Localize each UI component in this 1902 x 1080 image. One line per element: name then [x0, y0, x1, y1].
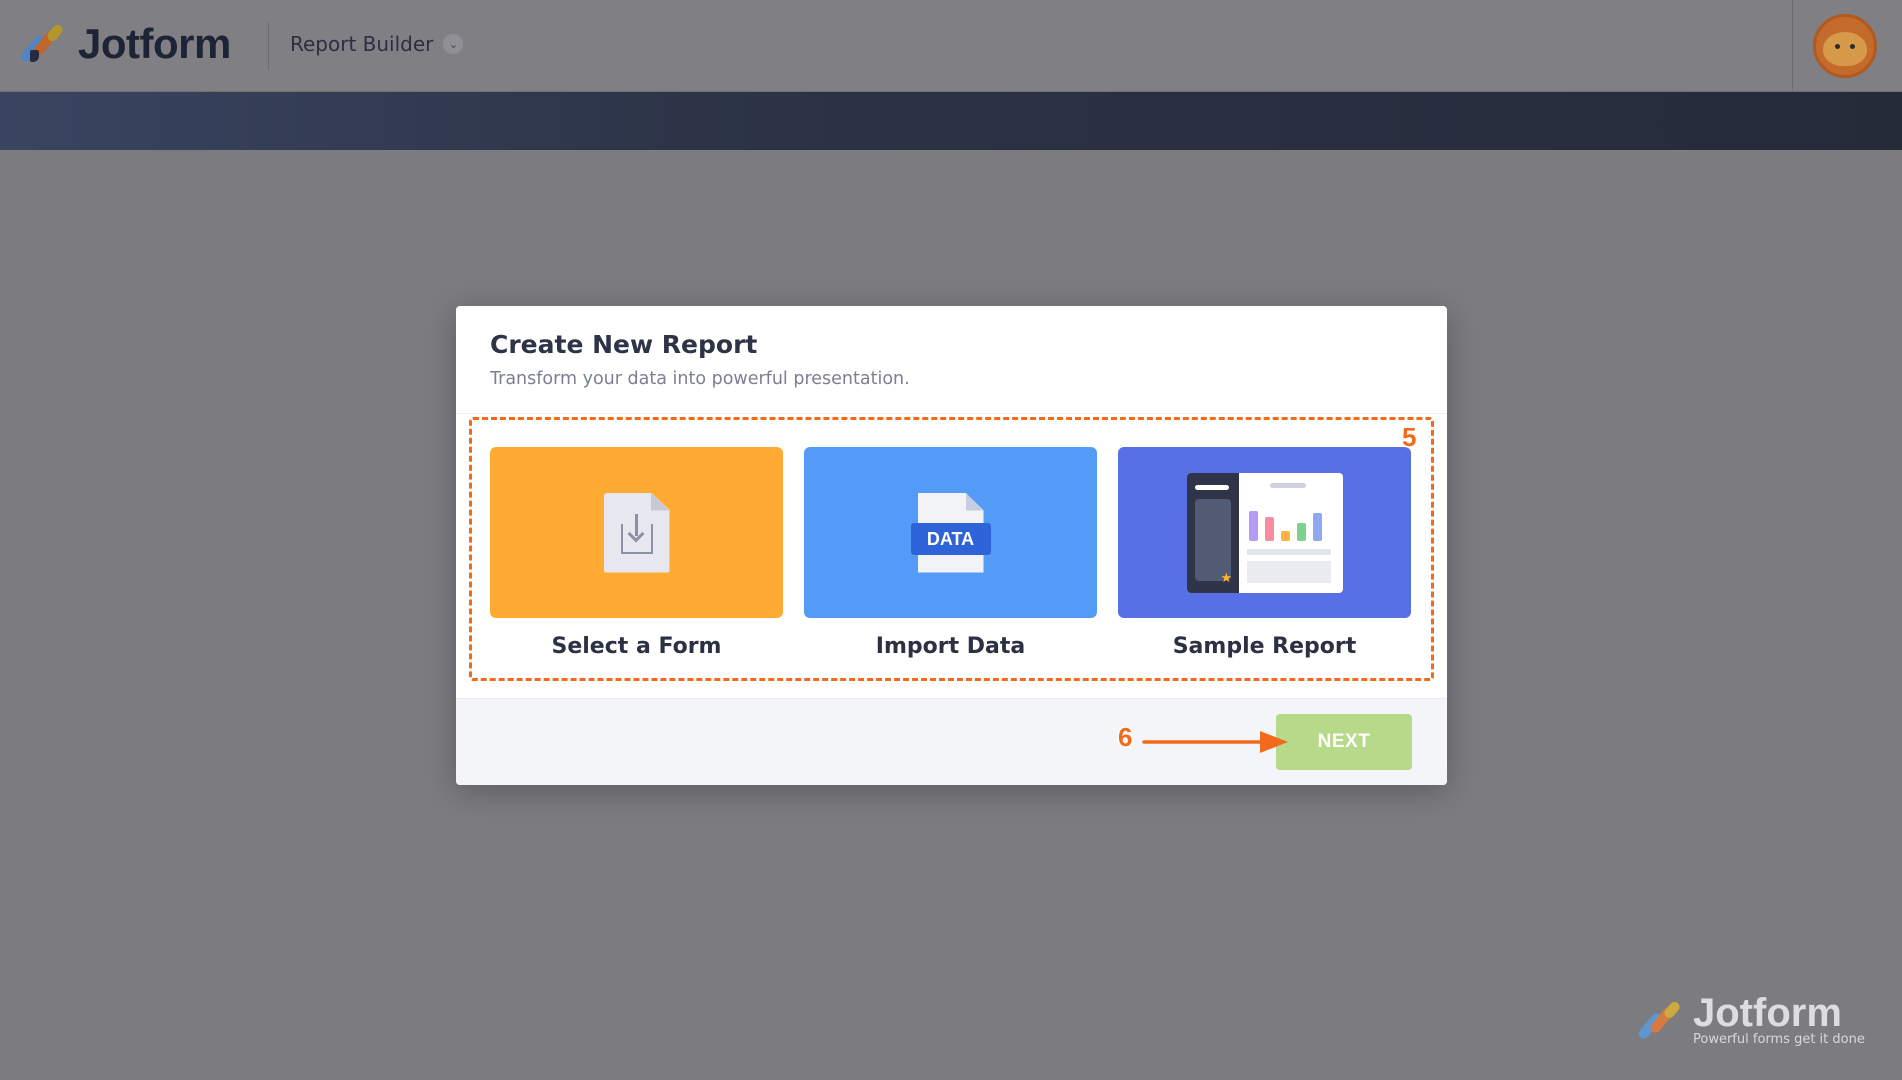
- data-file-icon-text: DATA: [910, 522, 991, 555]
- avatar-face-icon: [1823, 32, 1867, 66]
- brand-name: Jotform: [78, 20, 231, 67]
- annotation-arrow-icon: [1142, 731, 1288, 753]
- avatar-divider: [1792, 0, 1793, 92]
- annotation-step-number: 5: [1402, 422, 1417, 452]
- select-form-tile[interactable]: [490, 447, 783, 618]
- secondary-toolbar: [0, 92, 1902, 150]
- jotform-logo-icon: [19, 22, 65, 66]
- next-button[interactable]: NEXT: [1276, 714, 1412, 770]
- star-icon: ★: [1220, 570, 1233, 586]
- watermark-tagline: Powerful forms get it done: [1693, 1032, 1865, 1047]
- header-divider: [268, 22, 269, 70]
- option-label: Select a Form: [551, 634, 722, 659]
- chevron-down-icon: ⌄: [443, 34, 464, 54]
- user-avatar[interactable]: [1813, 14, 1877, 78]
- option-import-data[interactable]: DATA Import Data: [804, 447, 1097, 659]
- jotform-logo[interactable]: Jotform: [19, 20, 231, 68]
- product-switcher[interactable]: Report Builder ⌄: [290, 32, 464, 56]
- dialog-subtitle: Transform your data into powerful presen…: [490, 369, 910, 389]
- form-download-icon: [603, 492, 670, 573]
- watermark-brand: Jotform: [1693, 991, 1842, 1035]
- option-sample-report[interactable]: ★ Sample Report: [1118, 447, 1411, 659]
- create-new-report-dialog: Create New Report Transform your data in…: [456, 306, 1447, 785]
- option-label: Sample Report: [1172, 634, 1357, 659]
- option-label: Import Data: [875, 634, 1026, 659]
- report-preview-icon: ★: [1186, 472, 1343, 593]
- annotation-step-number: 6: [1118, 722, 1133, 752]
- dialog-header: Create New Report Transform your data in…: [456, 306, 1447, 414]
- sample-report-tile[interactable]: ★: [1118, 447, 1411, 618]
- report-source-options: Select a Form DATA Import Data ★ Sample …: [490, 447, 1413, 659]
- top-navigation-bar: Jotform Report Builder ⌄: [0, 0, 1902, 92]
- option-select-a-form[interactable]: Select a Form: [490, 447, 783, 659]
- jotform-logo-icon: [1636, 999, 1683, 1043]
- data-file-icon: DATA: [910, 492, 991, 573]
- dialog-title: Create New Report: [490, 330, 758, 359]
- dialog-footer: NEXT: [456, 698, 1447, 785]
- product-label: Report Builder: [290, 32, 434, 56]
- import-data-tile[interactable]: DATA: [804, 447, 1097, 618]
- jotform-watermark: Jotform Powerful forms get it done: [1636, 991, 1865, 1047]
